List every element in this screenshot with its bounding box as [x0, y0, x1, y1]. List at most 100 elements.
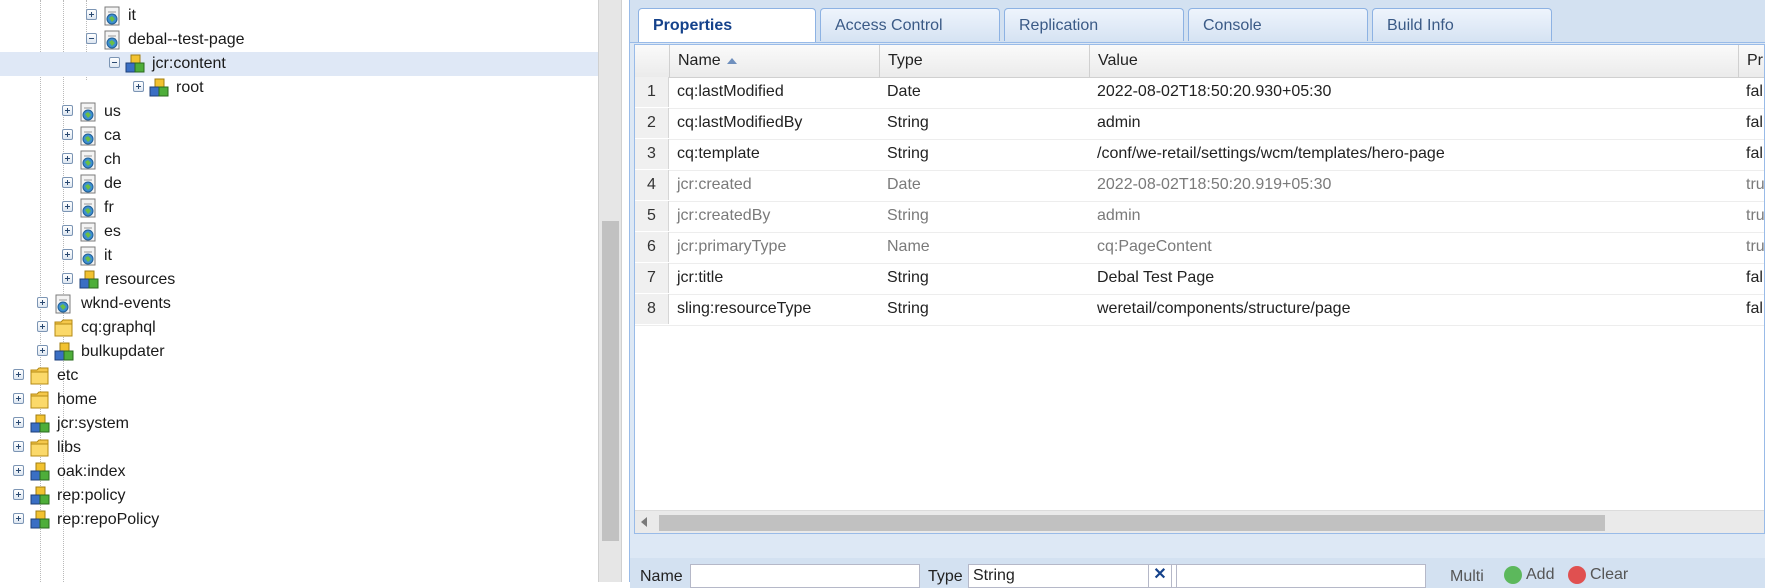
- expand-toggle[interactable]: [13, 441, 24, 452]
- clear-type-icon[interactable]: ✕: [1148, 564, 1172, 588]
- tree-node-us[interactable]: us: [0, 100, 598, 124]
- expand-toggle[interactable]: [62, 249, 73, 260]
- tree-node-root[interactable]: root: [0, 76, 598, 100]
- table-row[interactable]: 8 sling:resourceType String weretail/com…: [635, 294, 1764, 326]
- property-value[interactable]: admin: [1089, 108, 1738, 138]
- tree-node-cq-graphql[interactable]: cq:graphql: [0, 316, 598, 340]
- property-value[interactable]: weretail/components/structure/page: [1089, 294, 1738, 324]
- tree-node-libs[interactable]: libs: [0, 436, 598, 460]
- table-row[interactable]: 6 jcr:primaryType Name cq:PageContent tr…: [635, 232, 1764, 264]
- clear-icon: [1568, 566, 1586, 584]
- scrollbar-thumb[interactable]: [602, 221, 619, 541]
- tree-node-wknd-events[interactable]: wknd-events: [0, 292, 598, 316]
- expand-toggle[interactable]: [13, 369, 24, 380]
- node-cubes-icon: [30, 486, 50, 505]
- table-row[interactable]: 4 jcr:created Date 2022-08-02T18:50:20.9…: [635, 170, 1764, 202]
- scrollbar-thumb[interactable]: [659, 515, 1605, 531]
- property-name: cq:lastModifiedBy: [677, 114, 803, 131]
- table-row[interactable]: 2 cq:lastModifiedBy String admin fal: [635, 108, 1764, 140]
- property-value[interactable]: /conf/we-retail/settings/wcm/templates/h…: [1089, 139, 1738, 169]
- column-header-protected[interactable]: Pr: [1738, 45, 1764, 77]
- page-icon: [80, 198, 96, 218]
- grid-horizontal-scrollbar[interactable]: [635, 510, 1764, 533]
- property-type: String: [887, 207, 929, 224]
- table-row[interactable]: 5 jcr:createdBy String admin tru: [635, 201, 1764, 233]
- tree-node-it[interactable]: it: [0, 244, 598, 268]
- expand-toggle[interactable]: [13, 489, 24, 500]
- expand-toggle[interactable]: [133, 81, 144, 92]
- expand-toggle[interactable]: [62, 273, 73, 284]
- page-icon: [80, 246, 96, 266]
- expand-toggle[interactable]: [13, 465, 24, 476]
- property-value[interactable]: Debal Test Page: [1089, 263, 1738, 293]
- tab-access-control[interactable]: Access Control: [820, 8, 1000, 41]
- expand-toggle[interactable]: [62, 225, 73, 236]
- scroll-left-arrow-icon[interactable]: [641, 517, 647, 527]
- tree-node-oak-index[interactable]: oak:index: [0, 460, 598, 484]
- expand-toggle[interactable]: [13, 513, 24, 524]
- tree-node-es[interactable]: es: [0, 220, 598, 244]
- tab-console[interactable]: Console: [1188, 8, 1368, 41]
- node-cubes-icon: [30, 510, 50, 529]
- property-protected: fal: [1746, 269, 1763, 286]
- expand-toggle[interactable]: [62, 177, 73, 188]
- expand-toggle[interactable]: [62, 129, 73, 140]
- property-type: Name: [887, 238, 930, 255]
- page-icon: [104, 30, 120, 50]
- expand-toggle[interactable]: [13, 417, 24, 428]
- tree-node-jcr-content[interactable]: jcr:content: [0, 52, 598, 76]
- expand-toggle[interactable]: [62, 153, 73, 164]
- expand-toggle[interactable]: [86, 9, 97, 20]
- property-value[interactable]: admin: [1089, 201, 1738, 231]
- tree-node-ch[interactable]: ch: [0, 148, 598, 172]
- tree-node-it-upper[interactable]: it: [0, 4, 598, 28]
- tab-replication[interactable]: Replication: [1004, 8, 1184, 41]
- property-protected: fal: [1746, 114, 1763, 131]
- property-type: Date: [887, 176, 921, 193]
- add-button[interactable]: Add: [1504, 566, 1554, 584]
- tree-node-de[interactable]: de: [0, 172, 598, 196]
- expand-toggle[interactable]: [13, 393, 24, 404]
- expand-toggle[interactable]: [37, 297, 48, 308]
- property-value[interactable]: 2022-08-02T18:50:20.930+05:30: [1089, 77, 1738, 107]
- tree-node-label: it: [104, 247, 112, 264]
- property-protected: tru: [1746, 238, 1765, 255]
- row-number: 5: [635, 201, 669, 231]
- multi-checkbox-label[interactable]: Multi: [1450, 568, 1484, 586]
- tree-node-ca[interactable]: ca: [0, 124, 598, 148]
- property-value-input[interactable]: [1176, 564, 1426, 588]
- tree-node-bulkupdater[interactable]: bulkupdater: [0, 340, 598, 364]
- property-name-input[interactable]: [690, 564, 920, 588]
- expand-toggle[interactable]: [62, 105, 73, 116]
- collapse-toggle[interactable]: [86, 33, 97, 44]
- tree-node-fr[interactable]: fr: [0, 196, 598, 220]
- tree-node-etc[interactable]: etc: [0, 364, 598, 388]
- node-cubes-icon: [54, 342, 74, 361]
- table-row[interactable]: 3 cq:template String /conf/we-retail/set…: [635, 139, 1764, 171]
- tree-node-label: home: [57, 391, 98, 408]
- property-value[interactable]: 2022-08-02T18:50:20.919+05:30: [1089, 170, 1738, 200]
- clear-button[interactable]: Clear: [1568, 566, 1628, 584]
- tab-bar: Properties Access Control Replication Co…: [630, 0, 1765, 43]
- tab-properties[interactable]: Properties: [638, 8, 816, 42]
- column-header-value[interactable]: Value: [1089, 45, 1738, 77]
- tree-node-home[interactable]: home: [0, 388, 598, 412]
- expand-toggle[interactable]: [62, 201, 73, 212]
- column-header-type[interactable]: Type: [879, 45, 1089, 77]
- property-value[interactable]: cq:PageContent: [1089, 232, 1738, 262]
- tree-vertical-scrollbar[interactable]: [598, 0, 622, 582]
- expand-toggle[interactable]: [37, 345, 48, 356]
- table-row[interactable]: 7 jcr:title String Debal Test Page fal: [635, 263, 1764, 295]
- tree-node-resources[interactable]: resources: [0, 268, 598, 292]
- table-row[interactable]: 1 cq:lastModified Date 2022-08-02T18:50:…: [635, 77, 1764, 109]
- tree-node-rep-policy[interactable]: rep:policy: [0, 484, 598, 508]
- collapse-toggle[interactable]: [109, 57, 120, 68]
- tree-node-jcr-system[interactable]: jcr:system: [0, 412, 598, 436]
- tree-node-rep-repo-policy[interactable]: rep:repoPolicy: [0, 508, 598, 532]
- expand-toggle[interactable]: [37, 321, 48, 332]
- page-icon: [80, 174, 96, 194]
- tab-build-info[interactable]: Build Info: [1372, 8, 1552, 41]
- tree-node-label: us: [104, 103, 121, 120]
- column-header-name[interactable]: Name: [669, 45, 879, 77]
- tree-node-debal-test-page[interactable]: debal--test-page: [0, 28, 598, 52]
